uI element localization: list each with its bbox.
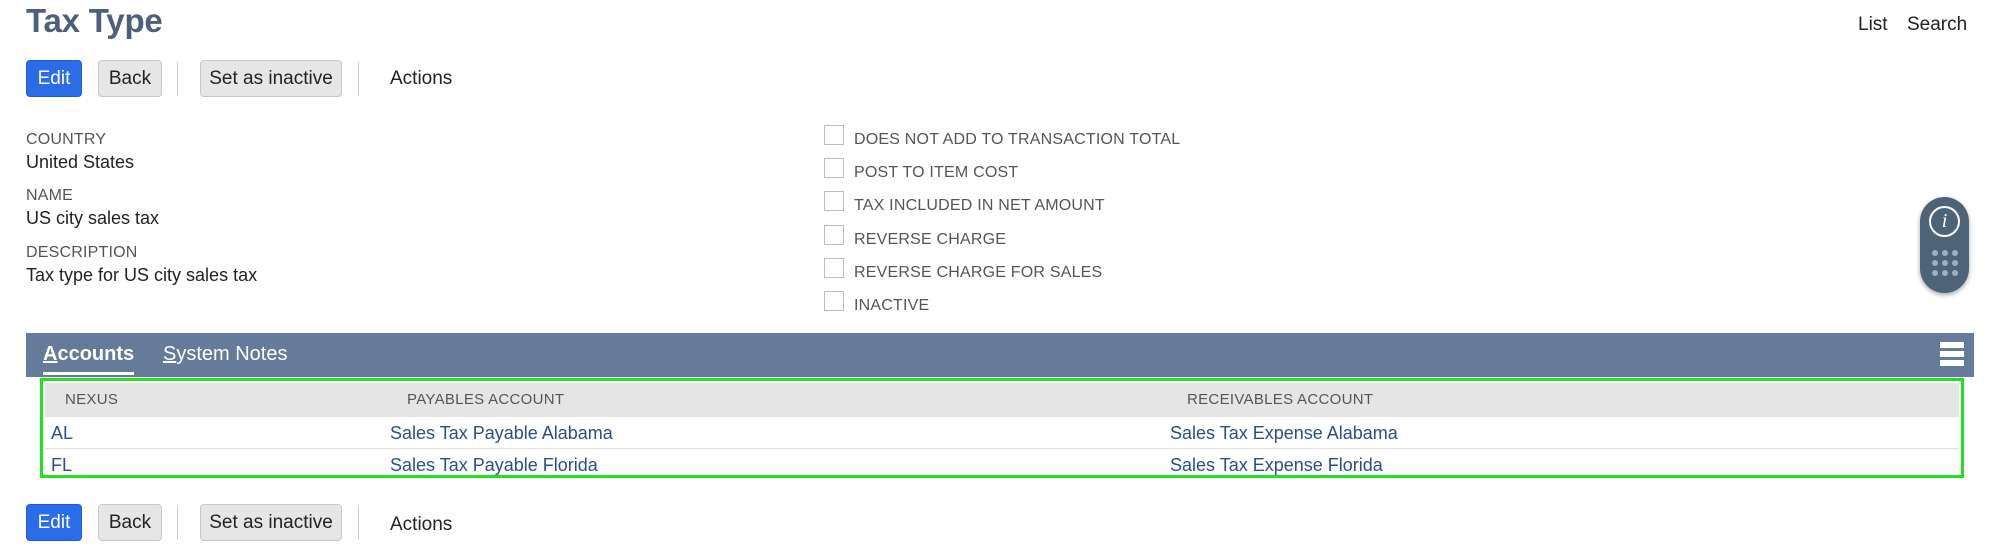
tab-accesskey: S — [163, 343, 177, 365]
checkbox-label: REVERSE CHARGE FOR SALES — [854, 264, 1103, 281]
toolbar-divider — [358, 506, 359, 540]
description-value: Tax type for US city sales tax — [26, 265, 258, 285]
stacked-rows-icon[interactable] — [1940, 342, 1964, 366]
back-button[interactable]: Back — [98, 60, 162, 97]
set-inactive-button-bottom[interactable]: Set as inactive — [200, 504, 342, 541]
dots-grid-icon[interactable] — [1932, 250, 1958, 278]
checkbox-label: POST TO ITEM COST — [854, 164, 1019, 181]
payables-account-link[interactable]: Sales Tax Payable Florida — [390, 455, 598, 476]
back-button-bottom[interactable]: Back — [98, 504, 162, 541]
payables-account-link[interactable]: Sales Tax Payable Alabama — [390, 423, 613, 444]
checkbox-row-tax-included: TAX INCLUDED IN NET AMOUNT — [824, 191, 1105, 218]
table-row: AL Sales Tax Payable Alabama Sales Tax E… — [45, 417, 1959, 449]
checkbox-row-reverse-charge-sales: REVERSE CHARGE FOR SALES — [824, 258, 1103, 285]
checkbox-label: DOES NOT ADD TO TRANSACTION TOTAL — [854, 131, 1181, 148]
actions-menu-bottom[interactable]: Actions — [390, 514, 452, 536]
tab-label: ystem Notes — [176, 343, 288, 365]
column-header-receivables: RECEIVABLES ACCOUNT — [1187, 391, 1374, 408]
search-link[interactable]: Search — [1907, 14, 1967, 36]
tab-system-notes[interactable]: System Notes — [163, 343, 288, 366]
actions-menu[interactable]: Actions — [390, 68, 452, 90]
checkbox-row-inactive: INACTIVE — [824, 291, 930, 318]
nexus-link[interactable]: AL — [51, 423, 73, 444]
toolbar-divider — [177, 62, 178, 96]
toolbar-divider — [358, 62, 359, 96]
checkbox[interactable] — [824, 291, 844, 311]
accounts-table: NEXUS PAYABLES ACCOUNT RECEIVABLES ACCOU… — [40, 378, 1964, 478]
list-link[interactable]: List — [1858, 14, 1888, 36]
country-value: United States — [26, 152, 135, 172]
checkbox-label: INACTIVE — [854, 297, 930, 314]
column-header-payables: PAYABLES ACCOUNT — [407, 391, 565, 408]
receivables-account-link[interactable]: Sales Tax Expense Alabama — [1170, 423, 1398, 444]
subtab-bar: Accounts System Notes — [26, 333, 1974, 377]
checkbox-row-not-add-total: DOES NOT ADD TO TRANSACTION TOTAL — [824, 125, 1181, 152]
tab-accounts[interactable]: Accounts — [43, 343, 135, 375]
checkbox-label: TAX INCLUDED IN NET AMOUNT — [854, 197, 1105, 214]
edit-button-bottom[interactable]: Edit — [26, 504, 82, 541]
name-label: NAME — [26, 187, 74, 204]
country-label: COUNTRY — [26, 131, 107, 148]
receivables-account-link[interactable]: Sales Tax Expense Florida — [1170, 455, 1383, 476]
checkbox[interactable] — [824, 125, 844, 145]
checkbox[interactable] — [824, 158, 844, 178]
checkbox-row-reverse-charge: REVERSE CHARGE — [824, 225, 1007, 252]
name-value: US city sales tax — [26, 208, 160, 228]
toolbar-divider — [177, 506, 178, 540]
checkbox[interactable] — [824, 191, 844, 211]
tab-accesskey: A — [43, 343, 58, 365]
checkbox-row-post-item-cost: POST TO ITEM COST — [824, 158, 1019, 185]
tab-label: ccounts — [57, 343, 135, 365]
table-row: FL Sales Tax Payable Florida Sales Tax E… — [45, 449, 1959, 480]
checkbox[interactable] — [824, 258, 844, 278]
checkbox[interactable] — [824, 225, 844, 245]
help-widget[interactable]: i — [1920, 197, 1969, 293]
description-label: DESCRIPTION — [26, 244, 138, 261]
page-title: Tax Type — [26, 2, 163, 39]
set-inactive-button[interactable]: Set as inactive — [200, 60, 342, 97]
column-header-nexus: NEXUS — [65, 391, 119, 408]
info-icon[interactable]: i — [1929, 206, 1960, 237]
edit-button[interactable]: Edit — [26, 60, 82, 97]
nexus-link[interactable]: FL — [51, 455, 72, 476]
checkbox-label: REVERSE CHARGE — [854, 231, 1007, 248]
table-header: NEXUS PAYABLES ACCOUNT RECEIVABLES ACCOU… — [45, 383, 1959, 417]
